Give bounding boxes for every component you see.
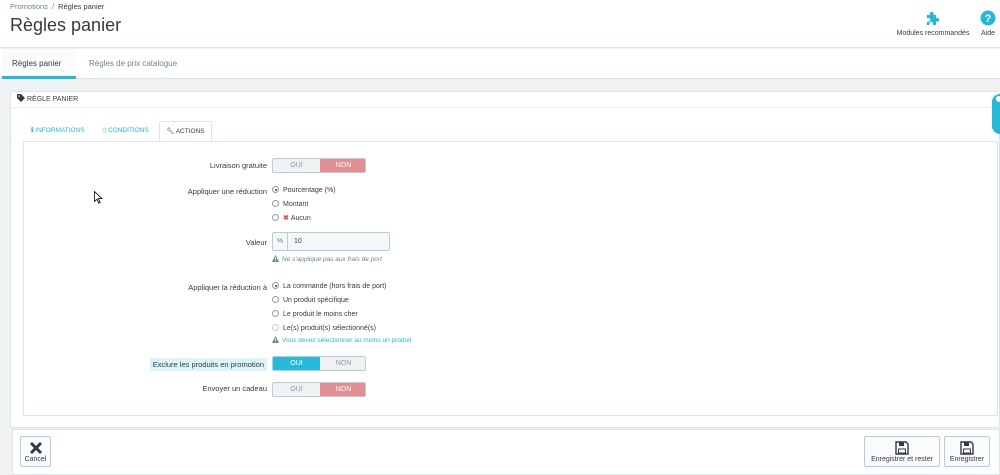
tag-icon — [17, 94, 25, 102]
send-gift-switch[interactable]: OUI NON — [272, 382, 366, 397]
help-label: Aide — [980, 30, 995, 37]
free-shipping-no[interactable]: NON — [320, 159, 365, 172]
tab-actions-label: Actions — [175, 128, 205, 135]
cart-rule-panel: Règle panier ℹ Informations ⤨ Conditions… — [10, 91, 1000, 428]
tab-informations[interactable]: ℹ Informations — [31, 121, 85, 142]
tab-cart-rules[interactable]: Règles panier — [2, 49, 76, 79]
breadcrumb-current: Règles panier — [58, 2, 105, 11]
apply-to-order-label: La commande (hors frais de port) — [283, 283, 387, 290]
exclude-promo-yes[interactable]: OUI — [273, 357, 320, 370]
apply-to-label: Appliquer la réduction à — [188, 283, 267, 292]
discount-option-percent-label: Pourcentage (%) — [283, 187, 336, 194]
cancel-label: Cancel — [24, 456, 47, 463]
tab-conditions-label: Conditions — [108, 127, 149, 134]
send-gift-no[interactable]: NON — [320, 383, 365, 396]
send-gift-label: Envoyer un cadeau — [202, 384, 267, 393]
apply-discount-label: Appliquer une réduction — [187, 187, 267, 196]
discount-option-amount[interactable]: Montant — [272, 200, 308, 212]
free-shipping-label: Livraison gratuite — [209, 161, 267, 170]
tab-catalog-price-rules[interactable]: Règles de prix catalogue — [79, 49, 187, 79]
floppy-disk-icon — [960, 441, 974, 455]
info-icon: ℹ — [31, 127, 34, 134]
radio-button[interactable] — [272, 186, 279, 193]
close-icon: ✖ — [283, 215, 289, 222]
save-button[interactable]: Enregistrer — [944, 436, 990, 467]
value-label: Valeur — [245, 238, 267, 247]
discount-option-percent[interactable]: Pourcentage (%) — [272, 186, 336, 198]
apply-to-help: Vous devez sélectionner au moins un prod… — [272, 336, 411, 344]
warning-icon — [272, 336, 279, 343]
wrench-icon: 🔧︎ — [166, 128, 175, 135]
form-labels: Livraison gratuite Appliquer une réducti… — [24, 142, 267, 415]
radio-button[interactable] — [272, 200, 279, 207]
discount-option-none-label: Aucun — [290, 215, 311, 222]
value-input[interactable] — [289, 233, 389, 250]
free-shipping-switch[interactable]: OUI NON — [272, 158, 366, 173]
page-tabs: Règles panier Règles de prix catalogue — [0, 49, 1000, 79]
save-and-stay-label: Enregistrer et rester — [871, 456, 933, 463]
form-footer: Cancel Enregistrer et rester Enregistrer — [12, 429, 1000, 475]
radio-button[interactable] — [272, 310, 279, 317]
side-scroll-handle[interactable] — [992, 94, 1000, 134]
floppy-disk-icon — [895, 441, 909, 455]
close-icon — [29, 441, 42, 455]
apply-to-selected-products-label: Le(s) produit(s) sélectionné(s) — [283, 325, 376, 332]
apply-to-cheapest[interactable]: Le produit le moins cher — [272, 310, 358, 322]
apply-to-specific-product[interactable]: Un produit spécifique — [272, 296, 349, 308]
apply-to-help-text: Vous devez sélectionner au moins un prod… — [282, 337, 412, 344]
panel-heading: Règle panier — [11, 92, 999, 108]
mouse-cursor-icon — [94, 191, 103, 204]
page-title: Règles panier — [10, 15, 122, 35]
save-label: Enregistrer — [949, 456, 985, 463]
apply-to-specific-product-label: Un produit spécifique — [283, 297, 349, 304]
exclude-promo-label: Exclure les produits en promotion — [149, 358, 267, 371]
help-icon: ? — [980, 10, 996, 26]
breadcrumb-separator: / — [51, 2, 55, 11]
shuffle-icon: ⤨ — [101, 127, 107, 134]
send-gift-yes[interactable]: OUI — [273, 383, 320, 396]
help-button[interactable]: ? Aide — [978, 10, 998, 37]
recommended-modules-button[interactable]: Modules recommandés — [893, 10, 973, 37]
actions-tab-content: Livraison gratuite Appliquer une réducti… — [23, 141, 998, 416]
panel-heading-label: Règle panier — [27, 96, 79, 103]
exclude-promo-no[interactable]: NON — [320, 357, 365, 370]
exclude-promo-switch[interactable]: OUI NON — [272, 356, 366, 371]
cancel-button[interactable]: Cancel — [20, 436, 51, 467]
radio-button[interactable] — [272, 324, 279, 331]
tab-actions[interactable]: 🔧︎ Actions — [159, 121, 212, 142]
radio-button[interactable] — [272, 214, 279, 221]
value-input-group: % — [272, 232, 390, 251]
page-header: Promotions / Règles panier Règles panier M… — [0, 0, 1000, 48]
discount-option-none[interactable]: ✖ Aucun — [272, 214, 311, 226]
svg-text:?: ? — [985, 13, 992, 25]
breadcrumb-parent[interactable]: Promotions — [10, 2, 48, 11]
apply-to-order[interactable]: La commande (hors frais de port) — [272, 282, 387, 294]
apply-to-cheapest-label: Le produit le moins cher — [283, 311, 358, 318]
free-shipping-yes[interactable]: OUI — [273, 159, 320, 172]
value-help: Ne s'applique pas aux frais de port — [272, 255, 382, 263]
discount-option-amount-label: Montant — [283, 201, 309, 208]
warning-icon — [272, 255, 279, 262]
breadcrumb: Promotions / Règles panier — [10, 2, 104, 11]
tab-informations-label: Informations — [35, 127, 85, 134]
apply-to-selected-products[interactable]: Le(s) produit(s) sélectionné(s) — [272, 324, 376, 336]
radio-button[interactable] — [272, 282, 279, 289]
puzzle-icon — [927, 11, 940, 25]
recommended-modules-label: Modules recommandés — [896, 30, 970, 37]
save-and-stay-button[interactable]: Enregistrer et rester — [864, 436, 940, 467]
value-help-text: Ne s'applique pas aux frais de port — [282, 256, 382, 263]
radio-button[interactable] — [272, 296, 279, 303]
percent-addon: % — [273, 233, 288, 250]
tab-conditions[interactable]: ⤨ Conditions — [101, 121, 149, 142]
